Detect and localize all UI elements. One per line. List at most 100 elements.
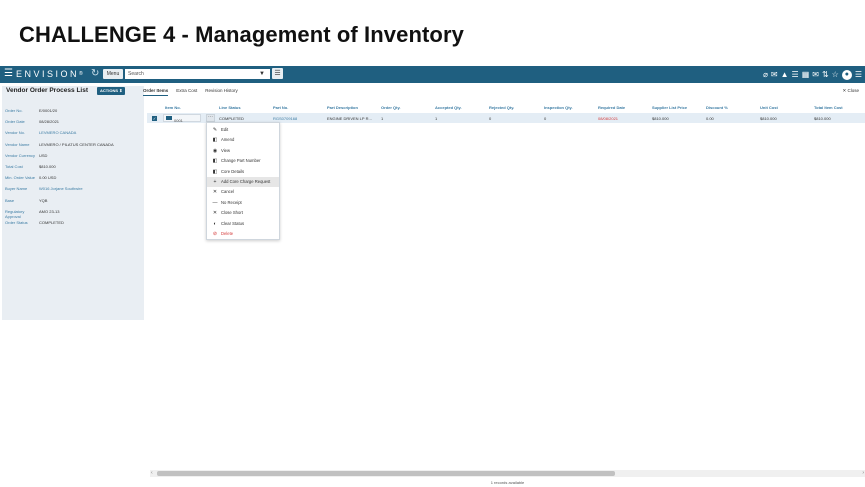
menu-item-label: View: [221, 147, 231, 153]
menu-icon[interactable]: ☰: [855, 70, 862, 80]
menu-item-close-short[interactable]: ✕ Close Short: [207, 208, 279, 218]
order-items-table: Item No. Line Status Part No. Part Descript…: [147, 104, 865, 123]
slide-title: CHALLENGE 4 - Management of Inventory: [19, 22, 464, 47]
field-label: Base: [5, 197, 15, 203]
field-row: Regulatory Approval AMO 23-13: [5, 209, 143, 220]
change-part-icon: ◧: [212, 158, 218, 165]
calendar-icon[interactable]: ▦: [802, 70, 810, 80]
field-label: Total Cost: [5, 163, 23, 169]
part-no-link[interactable]: RGS0709168: [273, 116, 297, 121]
rejected-qty: 0: [489, 116, 492, 121]
close-button[interactable]: ✕ Close: [842, 88, 859, 94]
column-header[interactable]: Unit Cost: [760, 105, 778, 110]
field-row: Vendor Name LEVMERO / PILATUS CENTER CANA…: [5, 142, 143, 153]
column-header[interactable]: Order Qty.: [381, 105, 401, 110]
star-icon[interactable]: ☆: [832, 70, 839, 80]
column-header[interactable]: Required Date: [598, 105, 625, 110]
part-description: ENGINE DRIVEN LP R...: [327, 116, 372, 121]
clear-status-icon: ◐: [213, 220, 217, 227]
list-icon[interactable]: ☰: [792, 70, 799, 80]
actions-button[interactable]: ACTIONS ⬍: [97, 87, 126, 95]
records-count: 1 records available: [490, 480, 525, 485]
no-receipt-icon: —: [212, 199, 218, 206]
column-header[interactable]: Discount %: [706, 105, 728, 110]
menu-button[interactable]: Menu: [103, 69, 123, 79]
cancel-icon: ✕: [212, 189, 218, 196]
amend-icon: ◧: [212, 137, 218, 144]
column-header[interactable]: Line Status: [219, 105, 241, 110]
tab-extra-cost[interactable]: Extra Cost: [176, 88, 197, 96]
transfer-icon[interactable]: ⇅: [822, 70, 829, 80]
column-header[interactable]: Part No.: [273, 105, 288, 110]
menu-item-label: Amend: [221, 137, 235, 143]
field-value: 0.00 USD: [39, 175, 57, 181]
menu-item-no-receipt[interactable]: — No Receipt: [207, 198, 279, 208]
menu-item-label: Change Part Number: [221, 158, 261, 164]
item-no: 0001: [174, 118, 183, 123]
menu-item-delete[interactable]: ⊘ Delete: [207, 229, 279, 239]
field-label: Vendor No.: [5, 130, 26, 136]
menu-item-amend[interactable]: ◧ Amend: [207, 135, 279, 145]
inspection-qty: 0: [544, 116, 547, 121]
field-label: Buyer Name: [5, 186, 28, 192]
column-header[interactable]: Part Description: [327, 105, 358, 110]
paperclip-icon[interactable]: ⌀: [763, 70, 768, 80]
alert-icon[interactable]: ▲: [781, 70, 789, 80]
field-row: Min. Order Value 0.00 USD: [5, 175, 143, 186]
add-icon: +: [213, 178, 217, 185]
field-value: COMPLETED: [39, 219, 64, 225]
field-row: Base YQB: [5, 198, 143, 209]
tab-order-items[interactable]: Order Items: [143, 88, 169, 96]
search-input[interactable]: Search: [125, 69, 270, 79]
mail-icon[interactable]: ✉: [812, 70, 819, 80]
menu-item-core-details[interactable]: ◧ Core Details: [207, 167, 279, 177]
field-row: Vendor Currency USD: [5, 153, 143, 164]
row-checkbox[interactable]: ✓: [152, 116, 157, 121]
column-header[interactable]: Rejected Qty.: [489, 105, 514, 110]
chat-icon[interactable]: ✉: [771, 70, 778, 80]
order-details-panel: Vendor Order Process List ACTIONS ⬍ Orde…: [2, 86, 144, 320]
search-dropdown-icon[interactable]: ▼: [259, 69, 265, 79]
total-item-cost: $810.000: [814, 116, 831, 121]
refresh-icon[interactable]: ↻: [91, 68, 99, 80]
field-row: Vendor No. LEVMERO CANADA: [5, 130, 143, 141]
field-value: USD: [39, 152, 48, 158]
order-qty: 1: [381, 116, 384, 121]
row-actions-button[interactable]: ⋯: [206, 114, 215, 122]
field-value: YQB: [39, 197, 48, 203]
column-header[interactable]: Accepted Qty.: [435, 105, 462, 110]
database-icon[interactable]: ☰: [272, 68, 283, 79]
menu-item-add-core-charge-request[interactable]: + Add Core Charge Request: [207, 176, 279, 188]
supplier-list-price: $810.000: [652, 116, 669, 121]
top-bar: ☰ ENVISION® ↻ Menu Search ▼ ☰ ⌀ ✉ ▲ ☰ ▦ …: [0, 66, 865, 83]
menu-item-change-part-number[interactable]: ◧ Change Part Number: [207, 156, 279, 166]
tab-bar: Order Items Extra Cost Revision History: [143, 88, 238, 96]
field-row: Order Status COMPLETED: [5, 220, 143, 231]
column-header[interactable]: Supplier List Price: [652, 105, 687, 110]
menu-item-cancel[interactable]: ✕ Cancel: [207, 187, 279, 197]
field-value: E/0001/20: [39, 108, 58, 113]
scrollbar-thumb[interactable]: [157, 471, 615, 476]
scroll-left-icon[interactable]: ‹: [151, 470, 153, 477]
core-details-icon: ◧: [212, 168, 218, 175]
field-row: Order No. E/0001/20: [5, 108, 143, 119]
table-header: Item No. Line Status Part No. Part Descript…: [147, 104, 865, 113]
column-header[interactable]: Item No.: [165, 105, 181, 110]
column-header[interactable]: Inspection Qty.: [544, 105, 573, 110]
menu-item-view[interactable]: ◉ View: [207, 146, 279, 156]
field-label: Order Date: [5, 119, 25, 125]
required-date: 08/08/2021: [598, 116, 619, 121]
item-no-cell: 0001: [163, 114, 201, 123]
field-label: Regulatory Approval: [5, 208, 25, 219]
horizontal-scrollbar[interactable]: ‹ ›: [150, 470, 865, 477]
scroll-right-icon[interactable]: ›: [862, 470, 864, 477]
column-header[interactable]: Total Item Cost: [814, 105, 843, 110]
user-avatar-icon[interactable]: ●: [841, 69, 852, 80]
field-value[interactable]: W016 Jorjane Southwire: [39, 186, 83, 197]
field-value[interactable]: LEVMERO CANADA: [39, 130, 76, 141]
menu-item-edit[interactable]: ✎ Edit: [207, 125, 279, 135]
tab-revision-history[interactable]: Revision History: [205, 88, 238, 96]
hamburger-menu-icon[interactable]: ☰: [4, 69, 13, 79]
menu-item-clear-status[interactable]: ◐ Clear Status: [207, 219, 279, 229]
field-value: 08/28/2021: [39, 119, 60, 125]
